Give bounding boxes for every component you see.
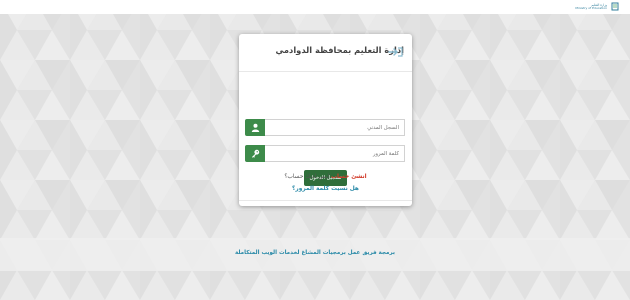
password-field [245,145,405,162]
forgot-password-link[interactable]: هل نسيت كلمة المرور؟ [292,186,359,192]
ministry-emblem-icon [611,2,619,11]
signup-prompt: انشئ حساب ليس لديك حساب؟ [239,174,412,180]
key-icon [245,145,265,162]
password-input[interactable] [265,145,405,162]
user-icon [245,119,265,136]
create-account-link[interactable]: انشئ حساب [331,174,366,180]
login-card-footer: انشئ حساب ليس لديك حساب؟ هل نسيت كلمة ال… [239,172,412,206]
national-id-input[interactable] [265,119,405,136]
no-account-text: ليس لديك حساب؟ [284,174,330,180]
logo-line-english: Ministry of Education [575,5,607,10]
credits-band: برمجة فريق عمل برمجيات المشاغ لخدمات الو… [0,238,630,271]
page-title: إدارة التعليم بمحافظة الدوادمي [275,45,404,55]
login-card-header: إدارة التعليم بمحافظة الدوادمي [239,34,412,72]
top-bar: وزارة التعليم Ministry of Education [0,0,630,14]
login-arrow-icon [388,47,403,57]
ministry-logo-text: وزارة التعليم Ministry of Education [575,3,607,10]
username-field [245,119,405,136]
credits-link[interactable]: برمجة فريق عمل برمجيات المشاغ لخدمات الو… [0,250,630,256]
forgot-password-line: هل نسيت كلمة المرور؟ [239,186,412,192]
ministry-logo[interactable]: وزارة التعليم Ministry of Education [575,0,620,13]
